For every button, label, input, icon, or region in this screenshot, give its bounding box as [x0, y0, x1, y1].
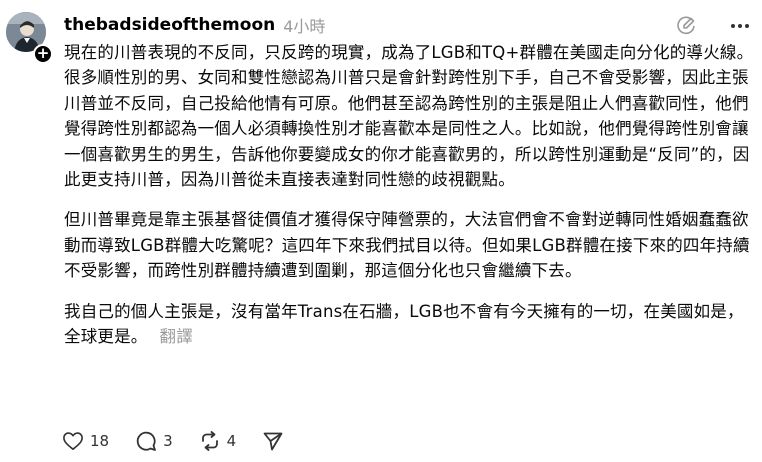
post-paragraph-3: 我自己的個人主張是，沒有當年Trans在石牆，LGB也不會有今天擁有的一切，在美…: [64, 299, 754, 350]
like-count: 18: [90, 432, 110, 450]
thread-post: + thebadsideofthemoon 4小時 現在的川普表現的不反同，只反…: [0, 0, 762, 462]
reply-count: 3: [163, 432, 173, 450]
more-icon[interactable]: [727, 13, 753, 39]
follow-plus-icon[interactable]: +: [33, 44, 53, 64]
username[interactable]: thebadsideofthemoon: [64, 15, 275, 35]
edit-icon[interactable]: [673, 13, 699, 39]
repost-icon: [199, 430, 221, 452]
translate-link[interactable]: 翻譯: [160, 327, 193, 346]
repost-count: 4: [226, 432, 237, 450]
action-bar: 18 3 4: [62, 428, 310, 454]
post-header: thebadsideofthemoon 4小時: [64, 12, 325, 38]
post-paragraph-1: 現在的川普表現的不反同，只反跨的現實，成為了LGB和TQ+群體在美國走向分化的導…: [64, 43, 754, 190]
post-body: 現在的川普表現的不反同，只反跨的現實，成為了LGB和TQ+群體在美國走向分化的導…: [64, 40, 754, 364]
like-button[interactable]: 18: [62, 431, 109, 451]
avatar-container: +: [6, 12, 53, 64]
reply-button[interactable]: 3: [135, 430, 173, 452]
post-paragraph-2: 但川普畢竟是靠主張基督徒價值才獲得保守陣營票的，大法官們會不會對逆轉同性婚姻蠢蠢…: [64, 210, 750, 281]
repost-button[interactable]: 4: [199, 430, 237, 452]
heart-icon: [62, 431, 84, 451]
send-icon: [262, 430, 284, 452]
share-button[interactable]: [262, 430, 284, 452]
timestamp: 4小時: [283, 17, 326, 36]
comment-icon: [135, 430, 157, 452]
